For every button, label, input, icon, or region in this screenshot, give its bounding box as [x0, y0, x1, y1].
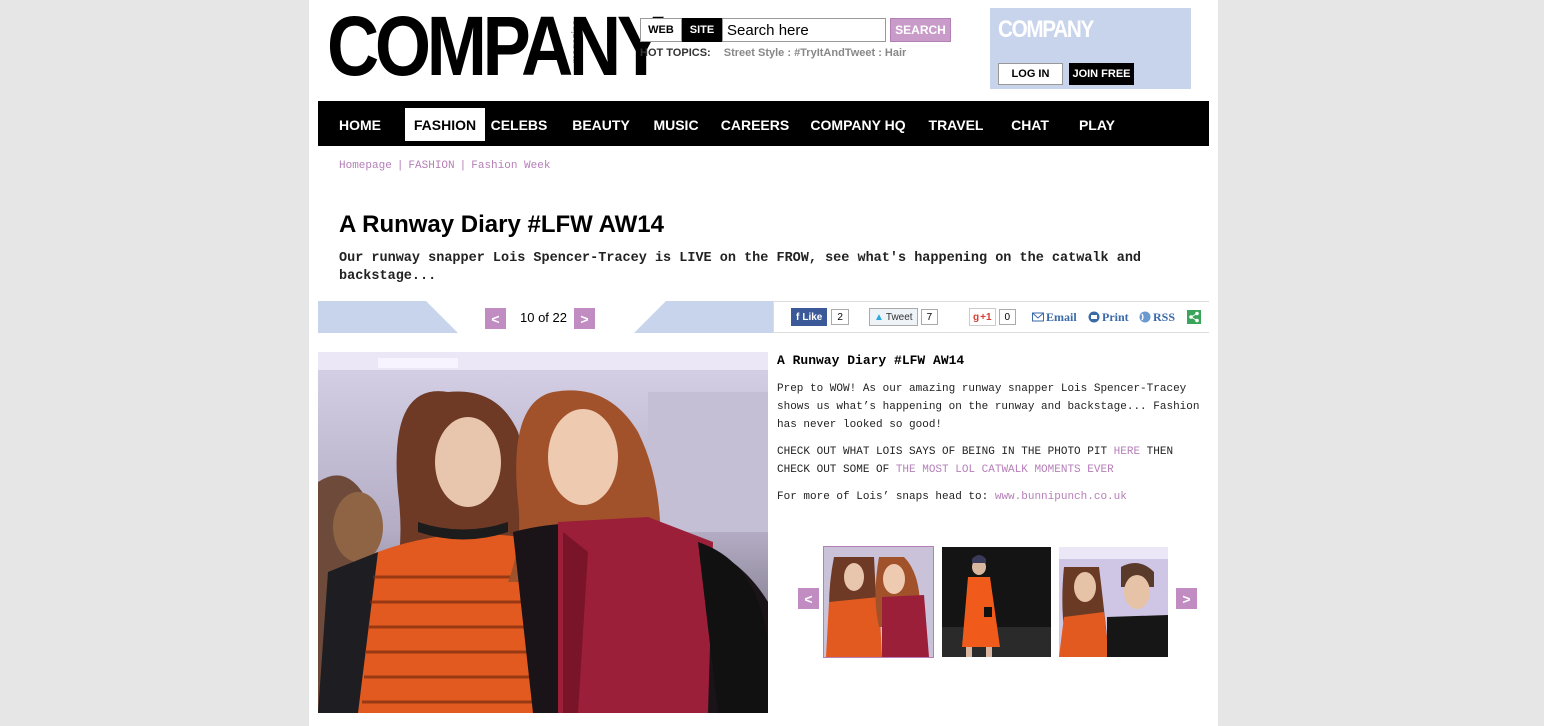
gallery-prev-button[interactable]: < — [485, 308, 506, 329]
main-photo-image — [318, 352, 768, 713]
nav-item-beauty[interactable]: BEAUTY — [569, 108, 633, 141]
thumbnail-3[interactable] — [1059, 547, 1168, 657]
google-plus-icon: g — [973, 311, 980, 323]
rss-share[interactable]: RSS — [1139, 308, 1175, 326]
pagination-tab-right — [602, 301, 666, 333]
tweet-label: Tweet — [885, 311, 913, 323]
tweet-button[interactable]: ▲ Tweet — [869, 308, 918, 326]
breadcrumb-separator: | — [459, 160, 467, 172]
google-plus-label: +1 — [980, 311, 992, 323]
nav-item-chat[interactable]: CHAT — [1010, 108, 1050, 141]
breadcrumb: Homepage | FASHION | Fashion Week — [339, 160, 550, 172]
article-title: A Runway Diary #LFW AW14 — [339, 211, 664, 238]
nav-item-travel[interactable]: TRAVEL — [929, 108, 984, 141]
print-icon — [1088, 311, 1100, 323]
gallery-counter: 10 of 22 — [520, 310, 567, 325]
search-scope-web[interactable]: WEB — [640, 18, 682, 42]
logo-wordmark: COMPANY — [327, 0, 665, 93]
photo-pit-link[interactable]: HERE — [1114, 446, 1140, 458]
login-button[interactable]: LOG IN — [998, 63, 1063, 85]
nav-item-company-hq[interactable]: COMPANY HQ — [810, 108, 905, 141]
thumbnail-image — [942, 547, 1051, 657]
breadcrumb-separator: | — [396, 160, 404, 172]
gallery-main-photo[interactable] — [318, 352, 768, 713]
twitter-tweet[interactable]: ▲ Tweet 7 — [869, 308, 939, 326]
rss-label: RSS — [1153, 309, 1176, 324]
facebook-icon: f — [796, 311, 800, 323]
nav-item-music[interactable]: MUSIC — [651, 108, 701, 141]
facebook-like-button[interactable]: f Like — [791, 308, 828, 326]
lol-catwalk-link[interactable]: THE MOST LOL CATWALK MOMENTS EVER — [896, 464, 1114, 476]
search-button[interactable]: SEARCH — [890, 18, 951, 42]
twitter-icon: ▲ — [874, 311, 884, 323]
slide-text: CHECK OUT WHAT LOIS SAYS OF BEING IN THE… — [777, 446, 1114, 458]
thumbnail-image — [824, 547, 933, 657]
google-plus-one[interactable]: g +1 0 — [969, 308, 1017, 326]
breadcrumb-fashion-week[interactable]: Fashion Week — [471, 160, 550, 172]
facebook-like-count: 2 — [831, 309, 849, 325]
share-icon — [1187, 310, 1201, 324]
facebook-like-label: Like — [802, 311, 823, 323]
slide-paragraph-3: For more of Lois’ snaps head to: www.bun… — [777, 488, 1203, 506]
rss-icon — [1139, 311, 1151, 323]
hot-topics-label: HOT TOPICS: — [640, 47, 711, 59]
google-plus-button[interactable]: g +1 — [969, 308, 996, 326]
hot-topics-links[interactable]: Street Style : #TryItAndTweet : Hair — [724, 47, 907, 59]
email-label: Email — [1046, 309, 1077, 324]
bunnipunch-link[interactable]: www.bunnipunch.co.uk — [995, 491, 1127, 503]
slide-paragraph-1: Prep to WOW! As our amazing runway snapp… — [777, 383, 1200, 431]
search-input[interactable] — [722, 18, 886, 42]
gallery-pagination-bar: < 10 of 22 > — [318, 301, 773, 333]
thumbnails-next-button[interactable]: > — [1176, 588, 1197, 609]
hot-topics: HOT TOPICS: Street Style : #TryItAndTwee… — [640, 47, 906, 59]
email-icon — [1032, 312, 1044, 322]
search-bar: WEB SITE SEARCH — [640, 18, 951, 42]
nav-item-celebs[interactable]: CELEBS — [490, 108, 548, 141]
account-logo: COMPANY — [998, 16, 1094, 43]
company-logo[interactable]: COMPANY magazine — [327, 4, 665, 88]
slide-title: A Runway Diary #LFW AW14 — [777, 353, 965, 368]
nav-item-home[interactable]: HOME — [332, 108, 388, 141]
slide-text: For more of Lois’ snaps head to: — [777, 491, 995, 503]
search-scope-site[interactable]: SITE — [682, 18, 722, 42]
nav-item-careers[interactable]: CAREERS — [721, 108, 789, 141]
breadcrumb-fashion[interactable]: FASHION — [408, 160, 454, 172]
account-panel: COMPANY LOG IN JOIN FREE — [990, 8, 1191, 89]
print-share[interactable]: Print — [1088, 308, 1129, 326]
google-plus-count: 0 — [998, 309, 1017, 325]
thumbnails-prev-button[interactable]: < — [798, 588, 819, 609]
thumbnail-2[interactable] — [942, 547, 1051, 657]
logo-subtext: magazine — [571, 20, 582, 64]
main-nav: HOME FASHION CELEBS BEAUTY MUSIC CAREERS… — [318, 101, 1209, 146]
slide-paragraph-2: CHECK OUT WHAT LOIS SAYS OF BEING IN THE… — [777, 443, 1203, 479]
gallery-next-button[interactable]: > — [574, 308, 595, 329]
print-label: Print — [1102, 309, 1129, 324]
breadcrumb-homepage[interactable]: Homepage — [339, 160, 392, 172]
thumbnail-image — [1059, 547, 1168, 657]
share-bar: f Like 2 ▲ Tweet 7 g +1 0 Email Print RSS — [773, 301, 1209, 333]
page-container: COMPANY magazine WEB SITE SEARCH HOT TOP… — [309, 0, 1218, 726]
slide-description: Prep to WOW! As our amazing runway snapp… — [777, 380, 1203, 515]
article-standfirst: Our runway snapper Lois Spencer-Tracey i… — [339, 251, 1142, 284]
nav-item-fashion[interactable]: FASHION — [405, 108, 485, 141]
facebook-like[interactable]: f Like 2 — [791, 308, 849, 326]
thumbnail-1[interactable] — [823, 546, 934, 658]
tweet-count: 7 — [920, 309, 939, 325]
email-share[interactable]: Email — [1032, 308, 1077, 326]
join-free-button[interactable]: JOIN FREE — [1069, 63, 1134, 85]
share-more[interactable] — [1187, 308, 1201, 326]
nav-item-play[interactable]: PLAY — [1077, 108, 1117, 141]
